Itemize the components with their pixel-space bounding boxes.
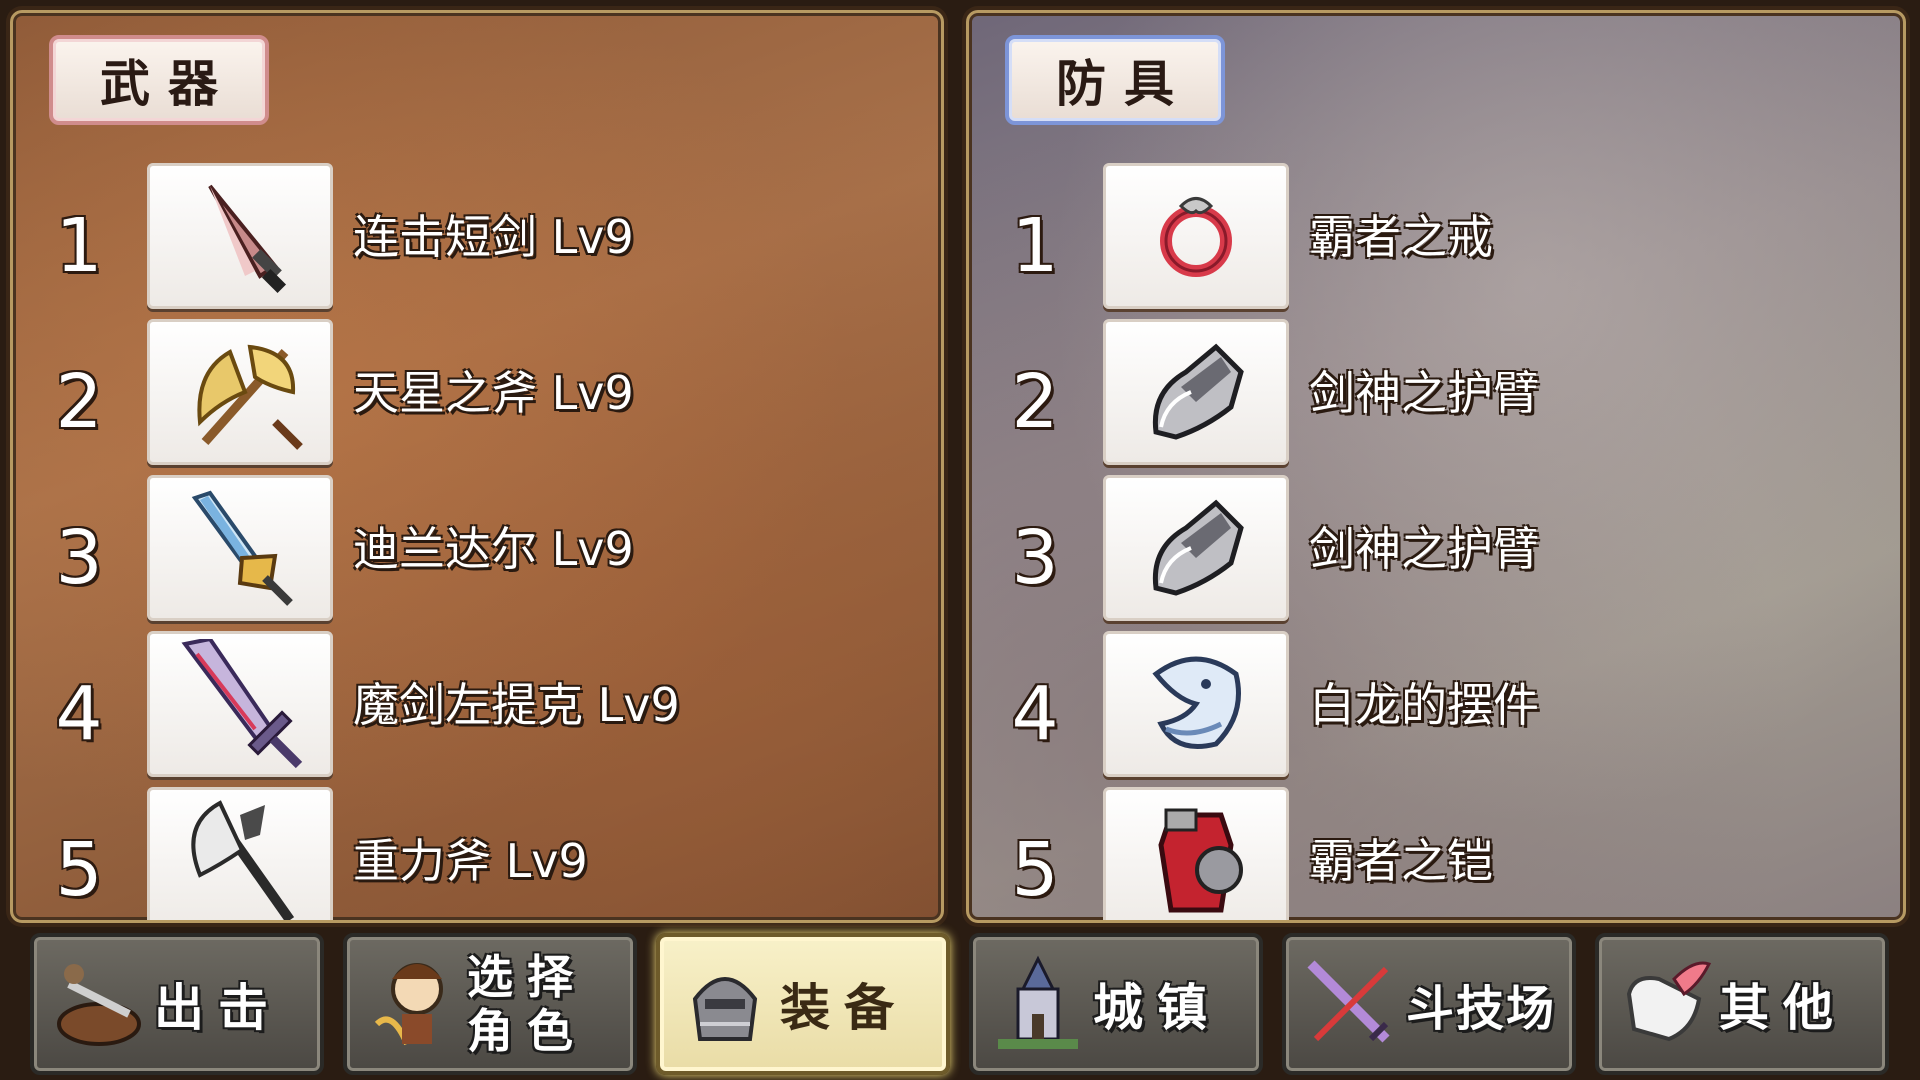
arena-button[interactable]: 斗技场: [1282, 933, 1576, 1075]
white-dragon-icon: [1103, 631, 1289, 777]
slot-number: 2: [1011, 359, 1059, 445]
slot-number: 1: [55, 203, 103, 289]
dagger-icon: [147, 163, 333, 309]
arena-label: 斗技场: [1406, 981, 1557, 1037]
armor-name: 霸者之铠: [1309, 834, 1493, 888]
weapon-name: 连击短剑 Lv9: [353, 210, 634, 264]
demon-sword-icon: [147, 631, 333, 777]
battle-axe-icon: [147, 787, 333, 920]
weapon-name: 迪兰达尔 Lv9: [353, 522, 634, 576]
weapon-name: 魔剑左提克 Lv9: [353, 678, 680, 732]
other-label: 其他: [1719, 979, 1847, 1037]
slot-number: 4: [1011, 671, 1059, 757]
character-icon: [357, 949, 467, 1059]
select-character-button[interactable]: 选择 角色: [343, 933, 637, 1075]
armor-name: 剑神之护臂: [1309, 366, 1539, 420]
armor-slot-4[interactable]: 4 白龙的摆件: [969, 631, 1903, 781]
bottom-nav: 出击 选择 角色 装备 城镇 斗技场 其他: [0, 925, 1920, 1080]
slot-number: 1: [1011, 203, 1059, 289]
equipment-button[interactable]: 装备: [656, 933, 950, 1075]
other-button[interactable]: 其他: [1595, 933, 1889, 1075]
armor-tab-title: 防具: [1005, 35, 1225, 125]
town-button[interactable]: 城镇: [969, 933, 1263, 1075]
weapon-name: 重力斧 Lv9: [353, 834, 588, 888]
weapon-slot-5[interactable]: 5 重力斧 Lv9: [13, 787, 941, 920]
armor-name: 剑神之护臂: [1309, 522, 1539, 576]
sortie-button[interactable]: 出击: [30, 933, 324, 1075]
cannon-icon: [44, 949, 154, 1059]
gauntlet-icon: [1103, 319, 1289, 465]
slot-number: 5: [1011, 827, 1059, 913]
armor-slot-3[interactable]: 3 剑神之护臂: [969, 475, 1903, 625]
armor-panel: 防具 1 霸者之戒 2 剑神之护臂 3 剑神之护臂 4 白龙的摆件 5 霸者之铠: [966, 10, 1906, 923]
crossed-swords-icon: [1296, 949, 1406, 1059]
armor-icon: [1103, 787, 1289, 920]
armor-slot-5[interactable]: 5 霸者之铠: [969, 787, 1903, 920]
weapon-panel: 武器 1 连击短剑 Lv9 2 天星之斧 Lv9 3 迪兰达尔 Lv9 4 魔剑…: [10, 10, 944, 923]
slot-number: 4: [55, 671, 103, 757]
select-character-label: 选择 角色: [467, 950, 587, 1058]
gauntlet-icon: [1103, 475, 1289, 621]
weapon-tab-title: 武器: [49, 35, 269, 125]
slot-number: 2: [55, 359, 103, 445]
castle-icon: [983, 949, 1093, 1059]
sortie-label: 出击: [154, 979, 282, 1037]
slot-number: 3: [55, 515, 103, 601]
weapon-name: 天星之斧 Lv9: [353, 366, 634, 420]
weapon-slot-3[interactable]: 3 迪兰达尔 Lv9: [13, 475, 941, 625]
golden-axe-icon: [147, 319, 333, 465]
weapon-slot-1[interactable]: 1 连击短剑 Lv9: [13, 163, 941, 313]
jeweled-sword-icon: [147, 475, 333, 621]
armor-slot-2[interactable]: 2 剑神之护臂: [969, 319, 1903, 469]
armor-helmet-icon: [670, 949, 780, 1059]
armor-name: 白龙的摆件: [1309, 678, 1539, 732]
weapon-slot-2[interactable]: 2 天星之斧 Lv9: [13, 319, 941, 469]
town-label: 城镇: [1093, 979, 1221, 1037]
equipment-label: 装备: [780, 979, 908, 1037]
armor-name: 霸者之戒: [1309, 210, 1493, 264]
armor-slot-1[interactable]: 1 霸者之戒: [969, 163, 1903, 313]
slot-number: 5: [55, 827, 103, 913]
weapon-slot-4[interactable]: 4 魔剑左提克 Lv9: [13, 631, 941, 781]
slot-number: 3: [1011, 515, 1059, 601]
ring-icon: [1103, 163, 1289, 309]
scroll-quill-icon: [1609, 949, 1719, 1059]
